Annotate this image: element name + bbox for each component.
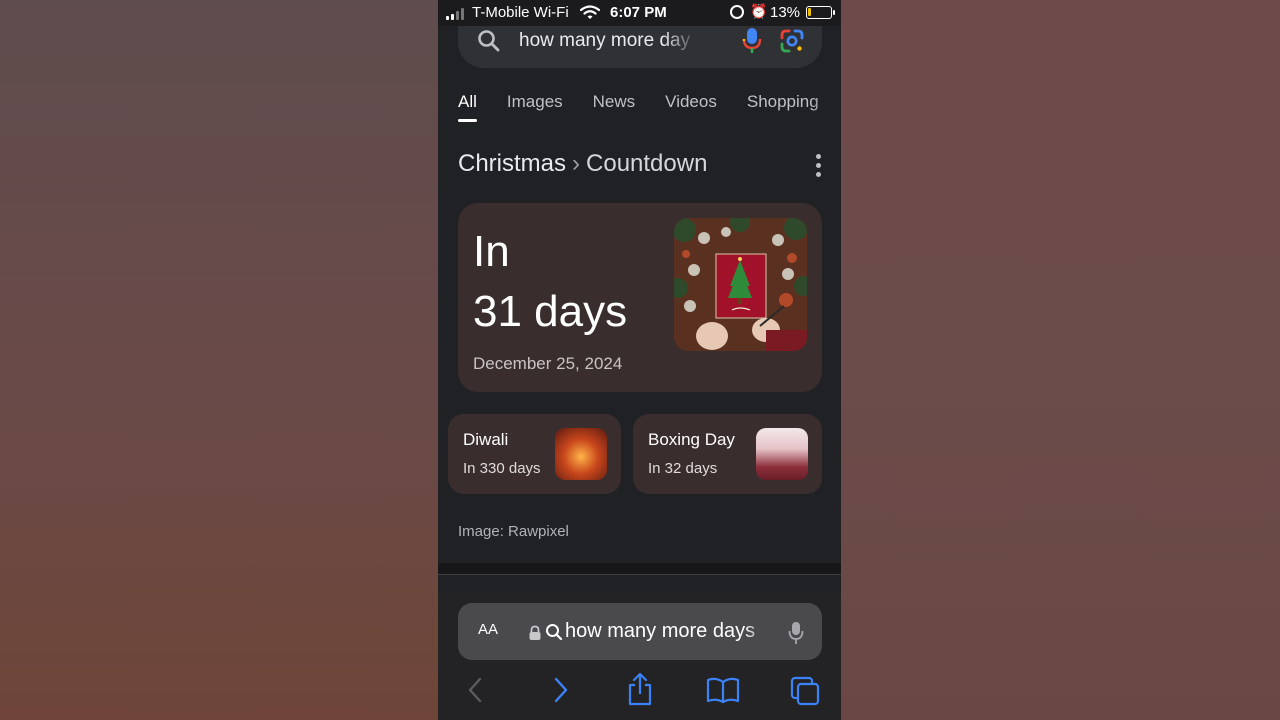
safari-toolbar [438, 672, 841, 711]
search-query[interactable]: how many more day [519, 30, 699, 52]
tab-images[interactable]: Images [507, 92, 563, 112]
related-event-countdown: In 32 days [648, 460, 718, 477]
battery-percentage: 13% [770, 4, 801, 21]
background-right [841, 0, 1280, 720]
address-bar[interactable]: AA how many more days [458, 603, 822, 660]
heading-subtopic: Countdown [586, 150, 708, 177]
alarm-icon: ⏰ [750, 3, 768, 19]
orientation-lock-icon [730, 5, 744, 19]
clock: 6:07 PM [610, 4, 667, 21]
section-divider [438, 563, 841, 574]
image-credit: Image: Rawpixel [458, 523, 569, 540]
microphone-icon[interactable] [788, 620, 804, 651]
bookmarks-icon[interactable] [706, 676, 740, 709]
lock-icon [528, 625, 542, 646]
google-lens-icon[interactable] [779, 28, 805, 59]
related-event-title: Diwali [463, 430, 509, 449]
battery-fill [808, 8, 811, 16]
battery-icon [806, 6, 835, 19]
tabs-icon[interactable] [790, 676, 820, 711]
boxing-day-thumbnail [756, 428, 808, 480]
phone-screen: how many more day T-Mobile Wi-Fi 6:07 PM… [438, 0, 841, 720]
countdown-days: 31 days [473, 287, 628, 336]
tab-news[interactable]: News [593, 92, 636, 112]
diwali-thumbnail [555, 428, 607, 480]
back-icon[interactable] [466, 676, 486, 709]
countdown-card[interactable]: In 31 days December 25, 2024 [458, 203, 822, 392]
tab-all[interactable]: All [458, 92, 477, 122]
text-size-button[interactable]: AA [478, 621, 498, 638]
tab-shopping[interactable]: Shopping [747, 92, 819, 112]
result-heading: Christmas › Countdown [458, 150, 707, 178]
christmas-card-image[interactable] [674, 218, 807, 351]
forward-icon[interactable] [550, 676, 570, 709]
search-icon [545, 623, 563, 646]
related-event-countdown: In 330 days [463, 460, 541, 477]
background-left [0, 0, 438, 720]
more-options-icon[interactable] [816, 154, 821, 177]
search-icon [476, 28, 502, 59]
heading-separator: › [572, 150, 581, 177]
safari-bottom-bar: AA how many more days [438, 592, 841, 720]
search-tabs: All Images News Videos Shopping [458, 92, 841, 122]
microphone-icon[interactable] [741, 26, 763, 61]
wifi-icon [579, 5, 601, 25]
signal-icon [446, 8, 464, 20]
countdown-prefix: In [473, 227, 510, 276]
carrier-label: T-Mobile Wi-Fi [472, 4, 569, 21]
related-event-title: Boxing Day [648, 430, 735, 449]
tab-videos[interactable]: Videos [665, 92, 717, 112]
section-divider-line [438, 574, 841, 575]
status-bar: T-Mobile Wi-Fi 6:07 PM ⏰ 13% [438, 0, 841, 26]
related-event-card[interactable]: Diwali In 330 days [448, 414, 621, 494]
tabs-fade [811, 86, 841, 120]
related-event-card[interactable]: Boxing Day In 32 days [633, 414, 822, 494]
url-text[interactable]: how many more days [565, 620, 769, 643]
text-size-label: AA [478, 621, 499, 638]
countdown-date: December 25, 2024 [473, 354, 623, 373]
heading-topic[interactable]: Christmas [458, 150, 566, 177]
share-icon[interactable] [626, 672, 654, 711]
